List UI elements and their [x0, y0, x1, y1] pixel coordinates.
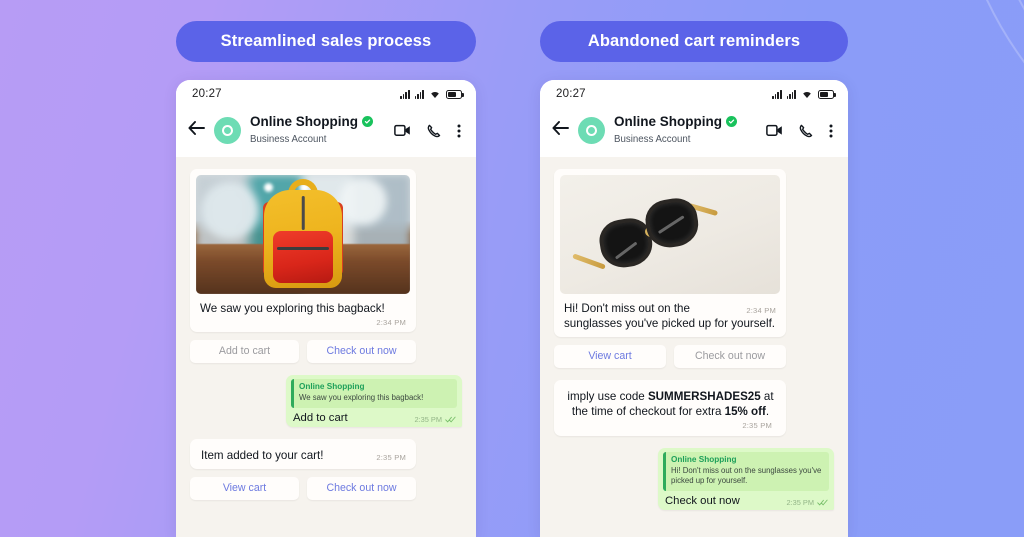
quoted-author: Online Shopping [299, 382, 365, 392]
promo-discount: 15% off [724, 404, 766, 418]
header-actions [766, 124, 835, 138]
message-card-confirmation[interactable]: 2:35 PM Item added to your cart! [190, 438, 416, 469]
message-text: We saw you exploring this bagback! [200, 302, 385, 316]
check-out-now-button[interactable]: Check out now [307, 340, 416, 364]
panel-abandoned-cart: Abandoned cart reminders 20:27 Online Sh… [540, 0, 848, 537]
add-to-cart-button[interactable]: Add to cart [190, 340, 299, 364]
avatar[interactable] [214, 117, 241, 144]
signal-icon [400, 89, 410, 99]
quick-reply-row-2: View cart Check out now [190, 476, 416, 500]
chat-header: Online Shopping Business Account [176, 108, 476, 158]
outgoing-message-row-1: Online Shopping We saw you exploring thi… [190, 375, 462, 427]
quoted-text: We saw you exploring this bagback! [299, 393, 424, 403]
video-call-icon[interactable] [394, 124, 411, 137]
status-clock: 20:27 [556, 88, 586, 100]
outgoing-timestamp: 2:35 PM [414, 414, 442, 424]
read-receipt-icon [445, 416, 456, 422]
product-image-sunglasses [560, 175, 780, 295]
quoted-reply: Online Shopping We saw you exploring thi… [291, 379, 457, 408]
signal-icon [786, 89, 796, 99]
status-icon-group [772, 89, 836, 99]
signal-icon [414, 89, 424, 99]
promo-code: SUMMERSHADES25 [647, 389, 761, 403]
bubble-meta: 2:35 PM [414, 415, 456, 424]
message-text: 2:35 PM Item added to your cart! [201, 448, 406, 463]
message-timestamp: 2:34 PM [746, 306, 776, 316]
pill-label-sales: Streamlined sales process [176, 21, 476, 62]
verified-badge-icon [726, 116, 737, 128]
chat-message-list-2[interactable]: 2:34 PM Hi! Don't miss out on the sungla… [540, 157, 848, 537]
pill-label-cart: Abandoned cart reminders [540, 21, 848, 62]
chat-message-list-1[interactable]: We saw you exploring this bagback! 2:34 … [176, 157, 476, 537]
contact-info[interactable]: Online Shopping Business Account [614, 114, 757, 147]
view-cart-button[interactable]: View cart [554, 344, 666, 368]
reminder-text: Hi! Don't miss out on the sunglasses you… [564, 302, 776, 331]
confirmation-text: Item added to your cart! [201, 448, 324, 462]
message-text: 2:34 PM Hi! Don't miss out on the sungla… [560, 294, 780, 332]
promo-text-after: . [765, 404, 770, 418]
video-call-icon[interactable] [766, 124, 783, 137]
message-card-promo[interactable]: imply use code SUMMERSHADES25 at the tim… [554, 379, 786, 437]
contact-name: Online Shopping [614, 114, 722, 129]
back-arrow-icon[interactable] [188, 121, 205, 140]
contact-info[interactable]: Online Shopping Business Account [250, 114, 385, 147]
status-icon-group [400, 89, 464, 99]
contact-subtitle: Business Account [614, 134, 691, 146]
overflow-menu-icon[interactable] [829, 124, 833, 138]
message-timestamp: 2:35 PM [742, 421, 772, 431]
background-decoration [0, 0, 1024, 537]
check-out-now-button[interactable]: Check out now [307, 476, 416, 500]
message-card-product[interactable]: 2:34 PM Hi! Don't miss out on the sungla… [554, 169, 786, 337]
back-arrow-icon[interactable] [552, 121, 569, 140]
header-actions [394, 124, 463, 138]
quick-reply-row-1: Add to cart Check out now [190, 340, 416, 364]
phone-mockup-1: 20:27 Online Shopping Business Account W… [176, 80, 476, 537]
quick-reply-row-1: View cart Check out now [554, 344, 786, 368]
avatar[interactable] [578, 117, 605, 144]
outgoing-message-row-1: Online Shopping Hi! Don't miss out on th… [554, 448, 834, 510]
wifi-icon [431, 92, 439, 98]
bubble-meta: 2:35 PM [786, 498, 828, 507]
quoted-author: Online Shopping [671, 455, 737, 465]
outgoing-bubble[interactable]: Online Shopping We saw you exploring thi… [286, 375, 462, 427]
phone-call-icon[interactable] [799, 124, 813, 138]
product-image-backpack [196, 175, 410, 295]
message-timestamp: 2:35 PM [376, 452, 406, 462]
read-receipt-icon [817, 499, 828, 506]
panel-streamlined-sales: Streamlined sales process 20:27 Online S… [176, 0, 476, 537]
battery-icon [818, 89, 836, 99]
chat-header: Online Shopping Business Account [540, 108, 848, 158]
status-bar: 20:27 [176, 80, 476, 108]
promo-text-before: imply use code [567, 389, 648, 403]
check-out-now-button[interactable]: Check out now [674, 344, 786, 368]
view-cart-button[interactable]: View cart [190, 476, 299, 500]
phone-mockup-2: 20:27 Online Shopping Business Account 2… [540, 80, 848, 537]
overflow-menu-icon[interactable] [457, 124, 461, 138]
battery-icon [446, 89, 464, 99]
contact-name: Online Shopping [250, 114, 358, 129]
promo-text: imply use code SUMMERSHADES25 at the tim… [565, 389, 776, 420]
quoted-reply: Online Shopping Hi! Don't miss out on th… [663, 452, 829, 491]
message-timestamp: 2:34 PM [376, 318, 406, 328]
message-card-product[interactable]: We saw you exploring this bagback! 2:34 … [190, 169, 416, 333]
verified-badge-icon [362, 116, 373, 128]
signal-icon [772, 89, 782, 99]
quoted-text: Hi! Don't miss out on the sunglasses you… [671, 466, 822, 486]
contact-subtitle: Business Account [250, 134, 327, 146]
outgoing-timestamp: 2:35 PM [786, 497, 814, 507]
outgoing-bubble[interactable]: Online Shopping Hi! Don't miss out on th… [658, 448, 834, 510]
phone-call-icon[interactable] [427, 124, 441, 138]
status-clock: 20:27 [192, 88, 222, 100]
status-bar: 20:27 [540, 80, 848, 108]
wifi-icon [803, 92, 811, 98]
